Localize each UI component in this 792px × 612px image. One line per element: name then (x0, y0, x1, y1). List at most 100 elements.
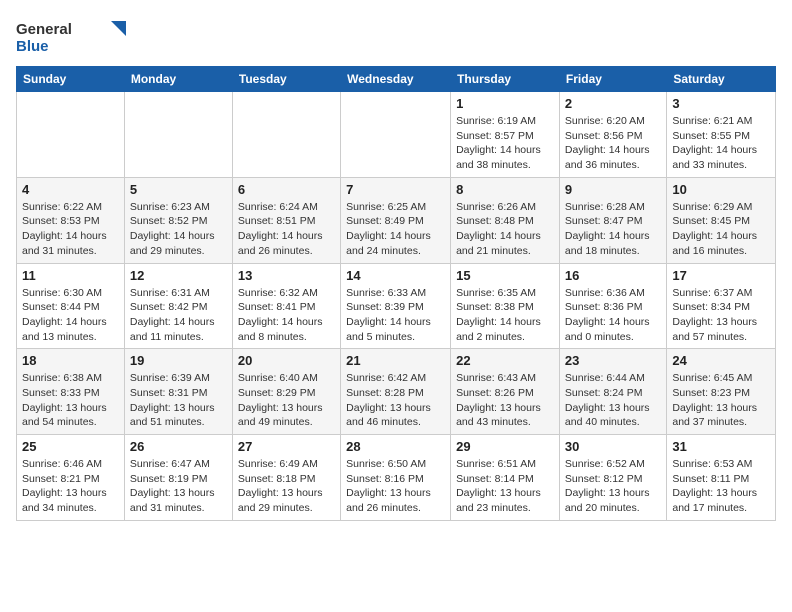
day-cell-28: 28Sunrise: 6:50 AM Sunset: 8:16 PM Dayli… (341, 435, 451, 521)
day-number: 16 (565, 268, 661, 283)
day-cell-23: 23 Sunrise: 6:44 AM Sunset: 8:24 PM Dayli… (559, 349, 666, 435)
day-number: 4 (22, 182, 119, 197)
day-cell-19: 19 Sunrise: 6:39 AM Sunset: 8:31 PM Dayli… (124, 349, 232, 435)
day-cell-29: 29 Sunrise: 6:51 AM Sunset: 8:14 PM Dayli… (451, 435, 560, 521)
day-cell-27: 27Sunrise: 6:49 AM Sunset: 8:18 PM Dayli… (232, 435, 340, 521)
day-number: 10 (672, 182, 770, 197)
day-info: Sunrise: 6:35 AM Sunset: 8:38 PM Dayligh… (456, 286, 554, 345)
col-header-friday: Friday (559, 67, 666, 92)
day-cell-13: 13Sunrise: 6:32 AM Sunset: 8:41 PM Dayli… (232, 263, 340, 349)
day-info: Sunrise: 6:46 AM Sunset: 8:21 PM Dayligh… (22, 457, 119, 516)
day-number: 5 (130, 182, 227, 197)
day-cell-24: 24 Sunrise: 6:45 AM Sunset: 8:23 PM Dayli… (667, 349, 776, 435)
day-number: 21 (346, 353, 445, 368)
day-cell-18: 18 Sunrise: 6:38 AM Sunset: 8:33 PM Dayli… (17, 349, 125, 435)
day-info: Sunrise: 6:28 AM Sunset: 8:47 PM Dayligh… (565, 200, 661, 259)
day-info: Sunrise: 6:47 AM Sunset: 8:19 PM Dayligh… (130, 457, 227, 516)
day-info: Sunrise: 6:24 AM Sunset: 8:51 PM Dayligh… (238, 200, 335, 259)
day-number: 22 (456, 353, 554, 368)
day-cell-22: 22 Sunrise: 6:43 AM Sunset: 8:26 PM Dayli… (451, 349, 560, 435)
day-number: 18 (22, 353, 119, 368)
day-info: Sunrise: 6:26 AM Sunset: 8:48 PM Dayligh… (456, 200, 554, 259)
week-row-4: 18 Sunrise: 6:38 AM Sunset: 8:33 PM Dayli… (17, 349, 776, 435)
day-number: 12 (130, 268, 227, 283)
day-cell-9: 9 Sunrise: 6:28 AM Sunset: 8:47 PM Daylig… (559, 177, 666, 263)
day-cell-1: 1 Sunrise: 6:19 AM Sunset: 8:57 PM Daylig… (451, 92, 560, 178)
empty-cell (341, 92, 451, 178)
day-cell-4: 4 Sunrise: 6:22 AM Sunset: 8:53 PM Daylig… (17, 177, 125, 263)
day-info: Sunrise: 6:44 AM Sunset: 8:24 PM Dayligh… (565, 371, 661, 430)
week-row-5: 25Sunrise: 6:46 AM Sunset: 8:21 PM Dayli… (17, 435, 776, 521)
svg-text:General: General (16, 21, 72, 38)
day-number: 3 (672, 96, 770, 111)
day-number: 15 (456, 268, 554, 283)
day-info: Sunrise: 6:21 AM Sunset: 8:55 PM Dayligh… (672, 114, 770, 173)
day-number: 7 (346, 182, 445, 197)
empty-cell (124, 92, 232, 178)
day-cell-2: 2 Sunrise: 6:20 AM Sunset: 8:56 PM Daylig… (559, 92, 666, 178)
day-cell-17: 17 Sunrise: 6:37 AM Sunset: 8:34 PM Dayli… (667, 263, 776, 349)
day-info: Sunrise: 6:50 AM Sunset: 8:16 PM Dayligh… (346, 457, 445, 516)
day-info: Sunrise: 6:43 AM Sunset: 8:26 PM Dayligh… (456, 371, 554, 430)
day-number: 23 (565, 353, 661, 368)
day-number: 31 (672, 439, 770, 454)
day-number: 14 (346, 268, 445, 283)
day-info: Sunrise: 6:30 AM Sunset: 8:44 PM Dayligh… (22, 286, 119, 345)
day-cell-12: 12 Sunrise: 6:31 AM Sunset: 8:42 PM Dayli… (124, 263, 232, 349)
day-info: Sunrise: 6:42 AM Sunset: 8:28 PM Dayligh… (346, 371, 445, 430)
day-info: Sunrise: 6:38 AM Sunset: 8:33 PM Dayligh… (22, 371, 119, 430)
day-info: Sunrise: 6:23 AM Sunset: 8:52 PM Dayligh… (130, 200, 227, 259)
day-number: 2 (565, 96, 661, 111)
day-cell-14: 14Sunrise: 6:33 AM Sunset: 8:39 PM Dayli… (341, 263, 451, 349)
day-info: Sunrise: 6:32 AM Sunset: 8:41 PM Dayligh… (238, 286, 335, 345)
day-cell-30: 30 Sunrise: 6:52 AM Sunset: 8:12 PM Dayli… (559, 435, 666, 521)
day-number: 30 (565, 439, 661, 454)
day-cell-3: 3 Sunrise: 6:21 AM Sunset: 8:55 PM Daylig… (667, 92, 776, 178)
day-info: Sunrise: 6:40 AM Sunset: 8:29 PM Dayligh… (238, 371, 335, 430)
day-number: 20 (238, 353, 335, 368)
day-number: 19 (130, 353, 227, 368)
day-cell-5: 5 Sunrise: 6:23 AM Sunset: 8:52 PM Daylig… (124, 177, 232, 263)
col-header-sunday: Sunday (17, 67, 125, 92)
day-cell-8: 8 Sunrise: 6:26 AM Sunset: 8:48 PM Daylig… (451, 177, 560, 263)
col-header-thursday: Thursday (451, 67, 560, 92)
day-cell-16: 16 Sunrise: 6:36 AM Sunset: 8:36 PM Dayli… (559, 263, 666, 349)
week-row-1: 1 Sunrise: 6:19 AM Sunset: 8:57 PM Daylig… (17, 92, 776, 178)
day-cell-31: 31Sunrise: 6:53 AM Sunset: 8:11 PM Dayli… (667, 435, 776, 521)
col-header-tuesday: Tuesday (232, 67, 340, 92)
col-header-saturday: Saturday (667, 67, 776, 92)
day-info: Sunrise: 6:25 AM Sunset: 8:49 PM Dayligh… (346, 200, 445, 259)
col-header-wednesday: Wednesday (341, 67, 451, 92)
empty-cell (232, 92, 340, 178)
day-info: Sunrise: 6:51 AM Sunset: 8:14 PM Dayligh… (456, 457, 554, 516)
day-cell-10: 10Sunrise: 6:29 AM Sunset: 8:45 PM Dayli… (667, 177, 776, 263)
day-number: 29 (456, 439, 554, 454)
header-row: SundayMondayTuesdayWednesdayThursdayFrid… (17, 67, 776, 92)
day-info: Sunrise: 6:36 AM Sunset: 8:36 PM Dayligh… (565, 286, 661, 345)
page-header: General Blue (16, 16, 776, 56)
day-info: Sunrise: 6:39 AM Sunset: 8:31 PM Dayligh… (130, 371, 227, 430)
day-cell-25: 25Sunrise: 6:46 AM Sunset: 8:21 PM Dayli… (17, 435, 125, 521)
day-cell-21: 21 Sunrise: 6:42 AM Sunset: 8:28 PM Dayli… (341, 349, 451, 435)
day-cell-26: 26Sunrise: 6:47 AM Sunset: 8:19 PM Dayli… (124, 435, 232, 521)
day-number: 24 (672, 353, 770, 368)
day-number: 27 (238, 439, 335, 454)
day-cell-15: 15 Sunrise: 6:35 AM Sunset: 8:38 PM Dayli… (451, 263, 560, 349)
day-info: Sunrise: 6:19 AM Sunset: 8:57 PM Dayligh… (456, 114, 554, 173)
day-info: Sunrise: 6:22 AM Sunset: 8:53 PM Dayligh… (22, 200, 119, 259)
day-info: Sunrise: 6:20 AM Sunset: 8:56 PM Dayligh… (565, 114, 661, 173)
day-number: 8 (456, 182, 554, 197)
empty-cell (17, 92, 125, 178)
logo: General Blue (16, 16, 126, 56)
day-info: Sunrise: 6:37 AM Sunset: 8:34 PM Dayligh… (672, 286, 770, 345)
day-cell-6: 6Sunrise: 6:24 AM Sunset: 8:51 PM Daylig… (232, 177, 340, 263)
day-number: 1 (456, 96, 554, 111)
day-number: 17 (672, 268, 770, 283)
day-number: 9 (565, 182, 661, 197)
logo-container: General Blue (16, 16, 126, 56)
day-info: Sunrise: 6:52 AM Sunset: 8:12 PM Dayligh… (565, 457, 661, 516)
day-info: Sunrise: 6:31 AM Sunset: 8:42 PM Dayligh… (130, 286, 227, 345)
week-row-2: 4 Sunrise: 6:22 AM Sunset: 8:53 PM Daylig… (17, 177, 776, 263)
day-info: Sunrise: 6:45 AM Sunset: 8:23 PM Dayligh… (672, 371, 770, 430)
logo-svg: General Blue (16, 16, 126, 56)
